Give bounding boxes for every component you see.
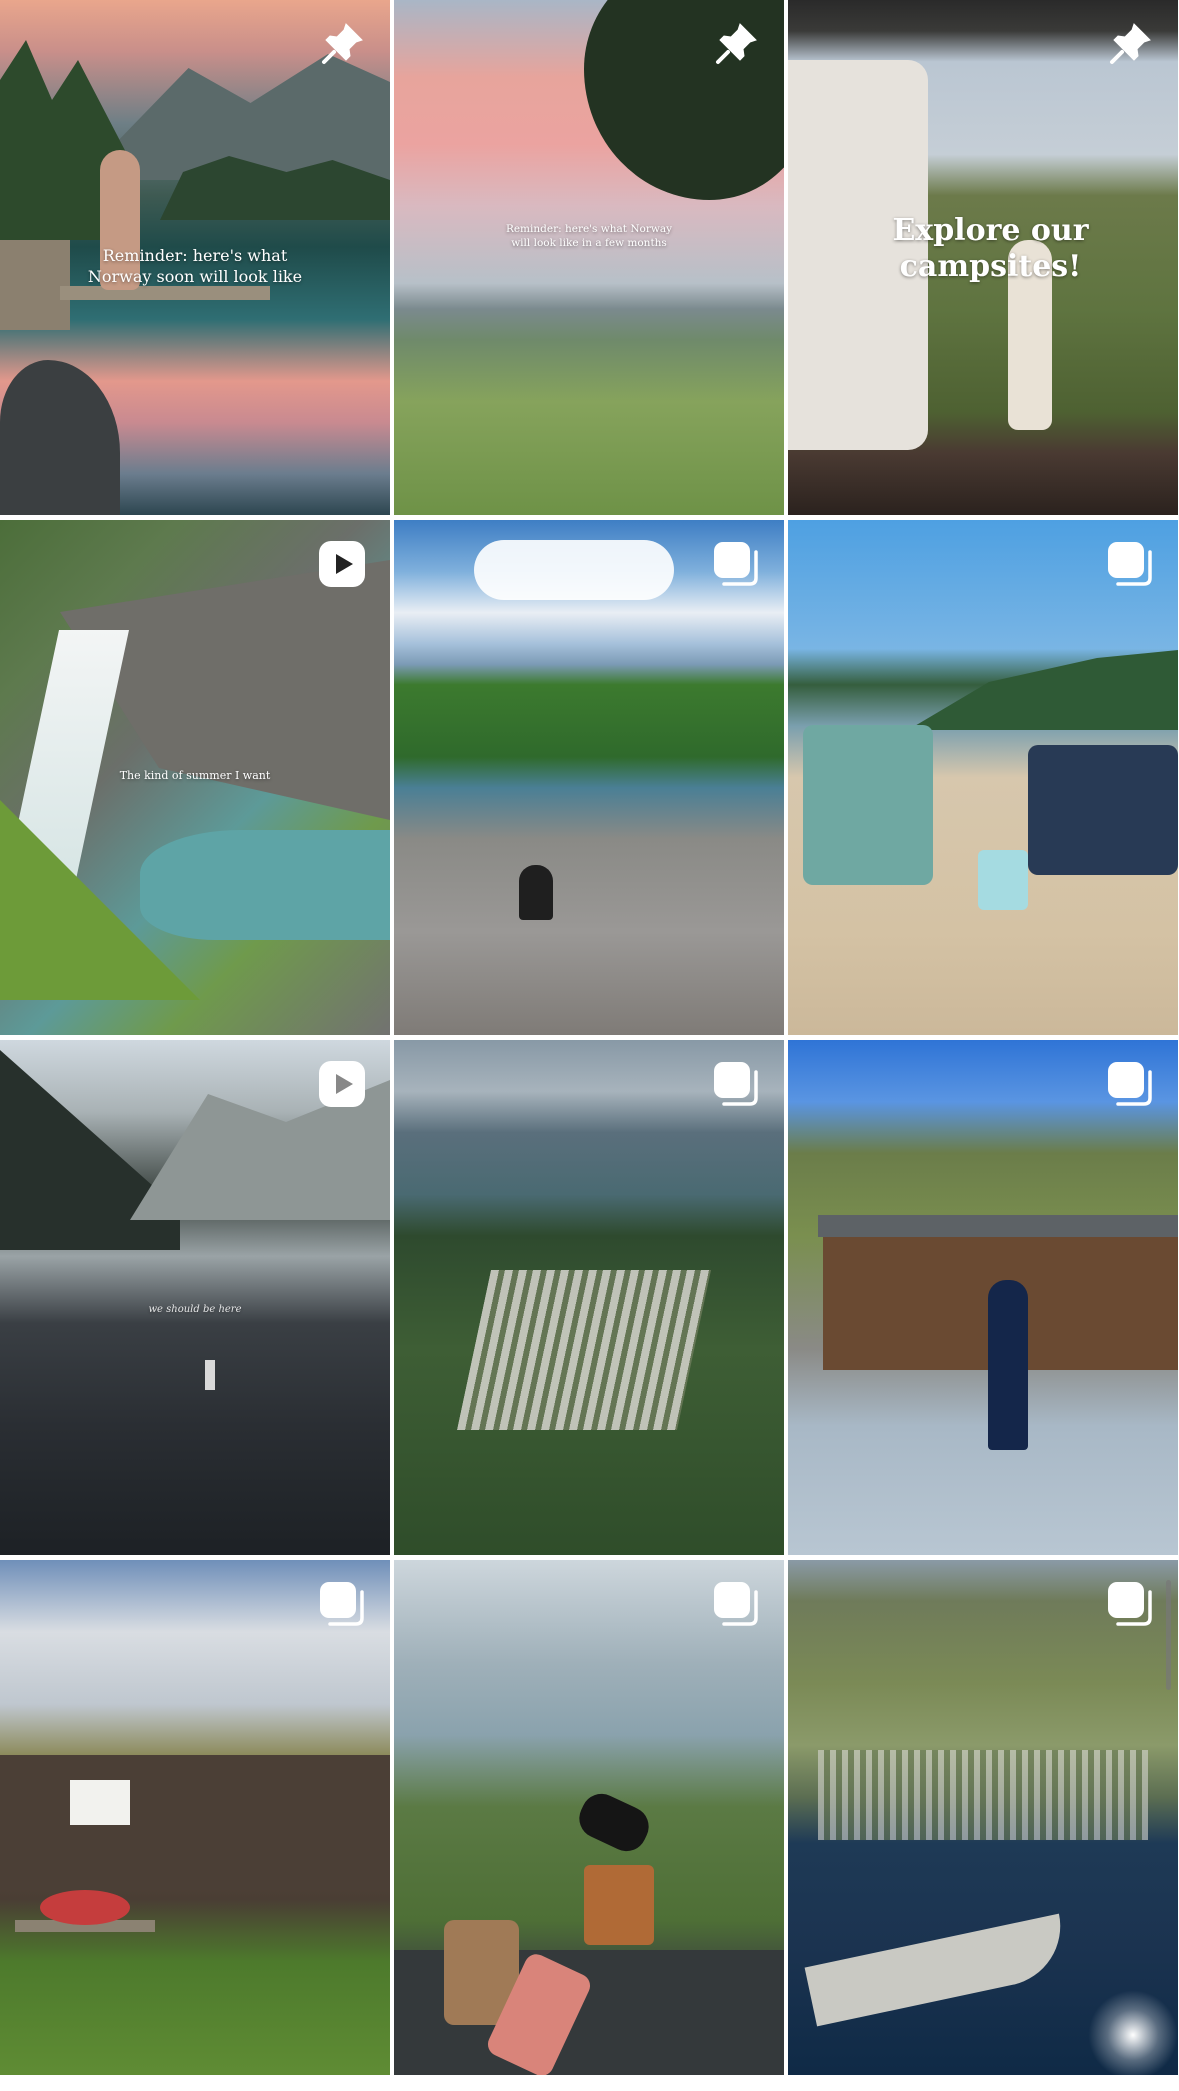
person-shape [1008,240,1052,430]
pin-icon [710,18,762,70]
scrollbar[interactable] [1166,1580,1171,1690]
village-shape [818,1750,1148,1840]
chair-shape [803,725,933,885]
post-tile-11[interactable] [394,1560,784,2075]
post-tile-2[interactable]: Reminder: here's what Norway will look l… [394,0,784,515]
reel-icon [316,538,368,590]
pool-shape [140,830,390,940]
flowers-shape [40,1890,130,1925]
profile-post-grid: Reminder: here's what Norway soon will l… [0,0,1179,2091]
window-shape [70,1780,130,1825]
reel-icon [316,1058,368,1110]
cabin-roof-shape [818,1215,1178,1237]
carousel-icon [1104,1578,1156,1630]
bag-shape [978,850,1028,910]
pier-shape [60,286,270,300]
carousel-icon [710,1578,762,1630]
van-door-shape [788,60,928,450]
paddleboarder-shape [205,1360,215,1390]
post-tile-3[interactable]: Explore our campsites! [788,0,1178,515]
sun-glare-shape [1088,1990,1178,2075]
cottage-shape [0,1755,390,1890]
carousel-icon [1104,538,1156,590]
person-shape [988,1280,1028,1450]
carousel-icon [710,538,762,590]
chair-shape [1028,745,1178,875]
bench-shape [0,240,70,330]
pin-icon [316,18,368,70]
post-tile-6[interactable] [788,520,1178,1035]
person-shape [100,150,140,290]
post-tile-10[interactable] [0,1560,390,2075]
pin-icon [1104,18,1156,70]
post-tile-8[interactable] [394,1040,784,1555]
post-tile-9[interactable] [788,1040,1178,1555]
carousel-icon [710,1058,762,1110]
carousel-icon [316,1578,368,1630]
person-shape [519,865,553,920]
post-tile-7[interactable]: we should be here [0,1040,390,1555]
post-tile-1[interactable]: Reminder: here's what Norway soon will l… [0,0,390,515]
mug-shape [584,1865,654,1945]
post-tile-12[interactable] [788,1560,1178,2075]
cloud-shape [474,540,674,600]
carousel-icon [1104,1058,1156,1110]
post-tile-4[interactable]: The kind of summer I want [0,520,390,1035]
post-tile-5[interactable] [394,520,784,1035]
cabins-shape [456,1270,712,1430]
